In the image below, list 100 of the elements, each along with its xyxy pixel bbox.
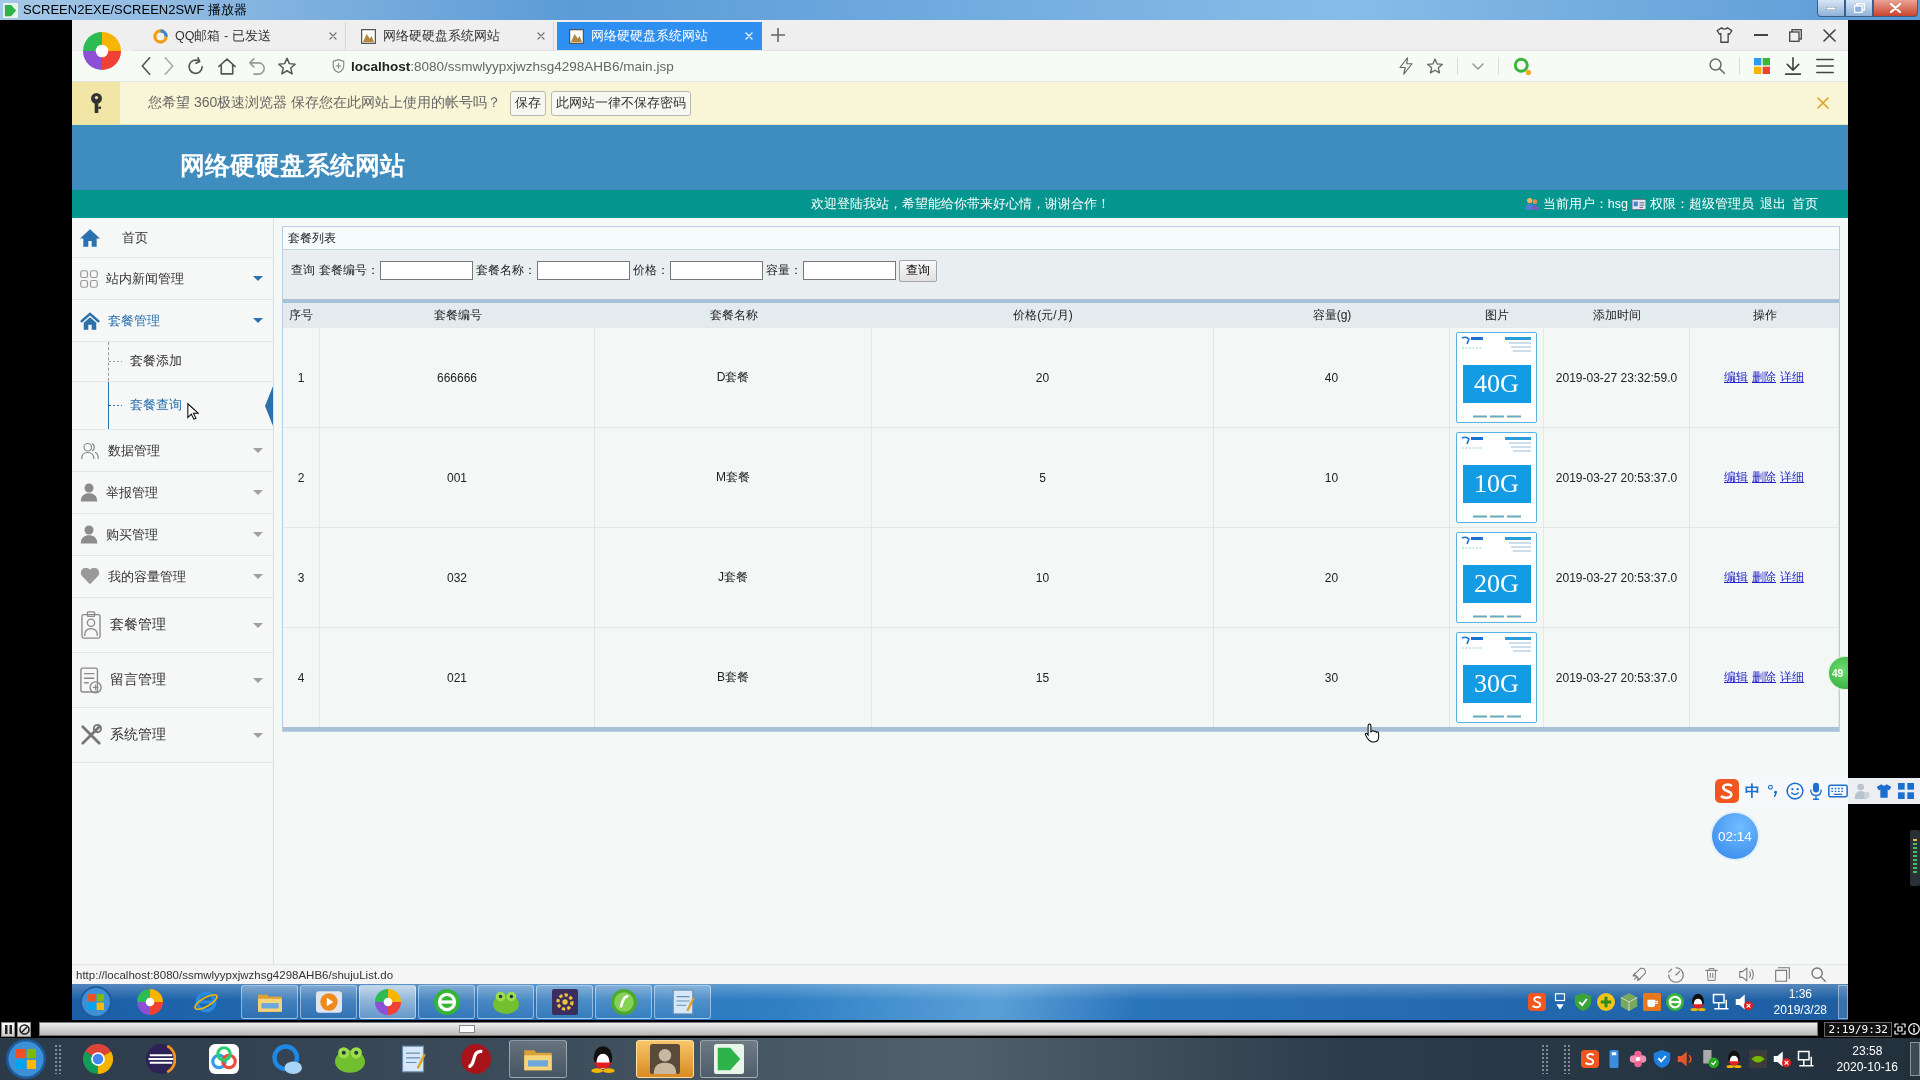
sidebar-item[interactable]: 首页 — [72, 218, 273, 258]
star-icon[interactable] — [278, 57, 296, 75]
undo-icon[interactable] — [249, 57, 265, 75]
cup-icon[interactable] — [1642, 993, 1661, 1011]
action-link[interactable]: 编辑 — [1724, 670, 1748, 685]
back-icon[interactable] — [141, 57, 151, 75]
shirt-icon[interactable] — [1716, 27, 1733, 43]
pause-button[interactable] — [1, 1021, 15, 1037]
stop-button[interactable] — [17, 1021, 31, 1037]
shield-icon[interactable] — [1652, 1050, 1671, 1068]
pinwheel-logo-icon[interactable] — [83, 31, 121, 70]
swirl-tile-icon[interactable] — [1715, 779, 1739, 803]
network-icon[interactable] — [1796, 1050, 1815, 1068]
network-icon[interactable] — [1711, 993, 1730, 1011]
sidebar-item[interactable]: 数据管理 — [72, 430, 273, 472]
action-link[interactable]: 编辑 — [1724, 570, 1748, 585]
punctuation-icon[interactable] — [1766, 784, 1780, 798]
info-icon[interactable] — [1908, 1023, 1920, 1035]
menu-icon[interactable] — [1816, 58, 1834, 74]
plus-circle-icon[interactable] — [1596, 993, 1615, 1011]
close-icon[interactable] — [1823, 28, 1836, 42]
sidebar-item[interactable]: 套餐管理 — [72, 300, 273, 342]
action-link[interactable]: 删除 — [1752, 370, 1776, 385]
action-link[interactable]: 详细 — [1780, 470, 1804, 485]
gauge-icon[interactable] — [1668, 966, 1684, 983]
dropdown-arrow-icon — [253, 622, 263, 628]
flower-icon[interactable] — [1628, 1050, 1647, 1068]
sidebar-item[interactable]: 留言管理 — [72, 653, 273, 708]
search-button[interactable]: 查询 — [899, 259, 937, 282]
smiley-icon[interactable] — [1786, 782, 1804, 800]
action-link[interactable]: 详细 — [1780, 670, 1804, 685]
address-field[interactable]: localhost:8080/ssmwlyypxjwzhsg4298AHB6/main.jsp — [332, 54, 674, 78]
sidebar-item[interactable]: 举报管理 — [72, 472, 273, 514]
shirt-icon[interactable] — [1876, 783, 1892, 799]
penguin-icon[interactable] — [1724, 1050, 1743, 1068]
prompt-button[interactable]: 此网站一律不保存密码 — [551, 90, 692, 116]
reload-icon[interactable] — [187, 57, 205, 75]
grid-icon[interactable] — [1898, 783, 1914, 799]
input-field[interactable] — [803, 261, 896, 280]
action-link[interactable]: 详细 — [1780, 370, 1804, 385]
four-squares-icon[interactable] — [1754, 58, 1770, 74]
restore-button[interactable] — [1845, 0, 1873, 17]
sidebar-subitem[interactable]: 套餐查询 — [72, 382, 273, 430]
tab-close-icon[interactable] — [329, 32, 337, 40]
show-desktop-button[interactable] — [1910, 1042, 1920, 1076]
star-icon[interactable] — [1427, 58, 1443, 74]
sidebar-item[interactable]: 站内新闻管理 — [72, 258, 273, 300]
chevron-down-icon[interactable] — [1472, 62, 1484, 70]
search-icon[interactable] — [1811, 967, 1826, 982]
sidebar-item[interactable]: 系统管理 — [72, 708, 273, 763]
speaker-icon[interactable] — [1739, 967, 1754, 982]
mute-icon[interactable] — [1772, 1050, 1791, 1068]
rocket-icon[interactable] — [1632, 967, 1647, 982]
ring-dot-icon[interactable] — [1513, 57, 1531, 75]
trash-icon[interactable] — [1705, 967, 1718, 982]
window-icon[interactable] — [1775, 967, 1790, 982]
action-link[interactable]: 编辑 — [1724, 370, 1748, 385]
action-link[interactable]: 删除 — [1752, 470, 1776, 485]
swirl-tile-icon[interactable] — [1527, 993, 1546, 1011]
speaker-icon[interactable] — [1676, 1050, 1695, 1068]
action-link[interactable]: 详细 — [1780, 570, 1804, 585]
prompt-button[interactable]: 保存 — [510, 90, 547, 116]
show-desktop-button[interactable] — [1838, 985, 1848, 1019]
sidebar-item[interactable]: 购买管理 — [72, 514, 273, 556]
header-link[interactable]: 首页 — [1792, 195, 1818, 213]
restore-icon[interactable] — [1789, 28, 1802, 42]
action-link[interactable]: 编辑 — [1724, 470, 1748, 485]
taskbar-button[interactable] — [636, 1040, 694, 1078]
action-link[interactable]: 删除 — [1752, 670, 1776, 685]
home-icon[interactable] — [218, 57, 236, 75]
minimize-button[interactable] — [1817, 0, 1845, 17]
sidebar-item[interactable]: 套餐管理 — [72, 598, 273, 653]
action-link[interactable]: 删除 — [1752, 570, 1776, 585]
start-button[interactable] — [80, 986, 112, 1018]
fullscreen-icon[interactable] — [1894, 1023, 1906, 1035]
download-icon[interactable] — [1784, 57, 1802, 75]
ring-globe-icon[interactable] — [1665, 993, 1684, 1011]
search-icon[interactable] — [1709, 58, 1725, 74]
cube-icon[interactable] — [1619, 993, 1638, 1011]
new-tab-icon[interactable] — [771, 28, 785, 42]
tab-close-icon[interactable] — [537, 32, 545, 40]
input-field[interactable] — [670, 261, 763, 280]
sidebar-item[interactable]: 我的容量管理 — [72, 556, 273, 598]
penguin-icon[interactable] — [1688, 993, 1707, 1011]
keyboard-icon[interactable] — [1828, 784, 1848, 798]
input-field[interactable] — [537, 261, 630, 280]
shield-icon[interactable] — [1573, 993, 1592, 1011]
progress-thumb[interactable] — [458, 1025, 475, 1033]
leaf-tile-icon[interactable] — [1748, 1050, 1767, 1068]
swirl-tile-icon[interactable] — [1580, 1050, 1599, 1068]
sidebar-subitem[interactable]: 套餐添加 — [72, 342, 273, 382]
lightning-icon[interactable] — [1399, 57, 1413, 75]
input-field[interactable] — [380, 261, 473, 280]
microphone-icon[interactable] — [1810, 782, 1822, 800]
mute-icon[interactable] — [1734, 993, 1753, 1011]
device-check-icon[interactable] — [1700, 1050, 1719, 1068]
header-link[interactable]: 退出 — [1760, 195, 1786, 213]
close-button[interactable] — [1873, 0, 1918, 17]
input-mode-label[interactable]: 中 — [1745, 781, 1760, 801]
start-button[interactable] — [6, 1039, 46, 1079]
